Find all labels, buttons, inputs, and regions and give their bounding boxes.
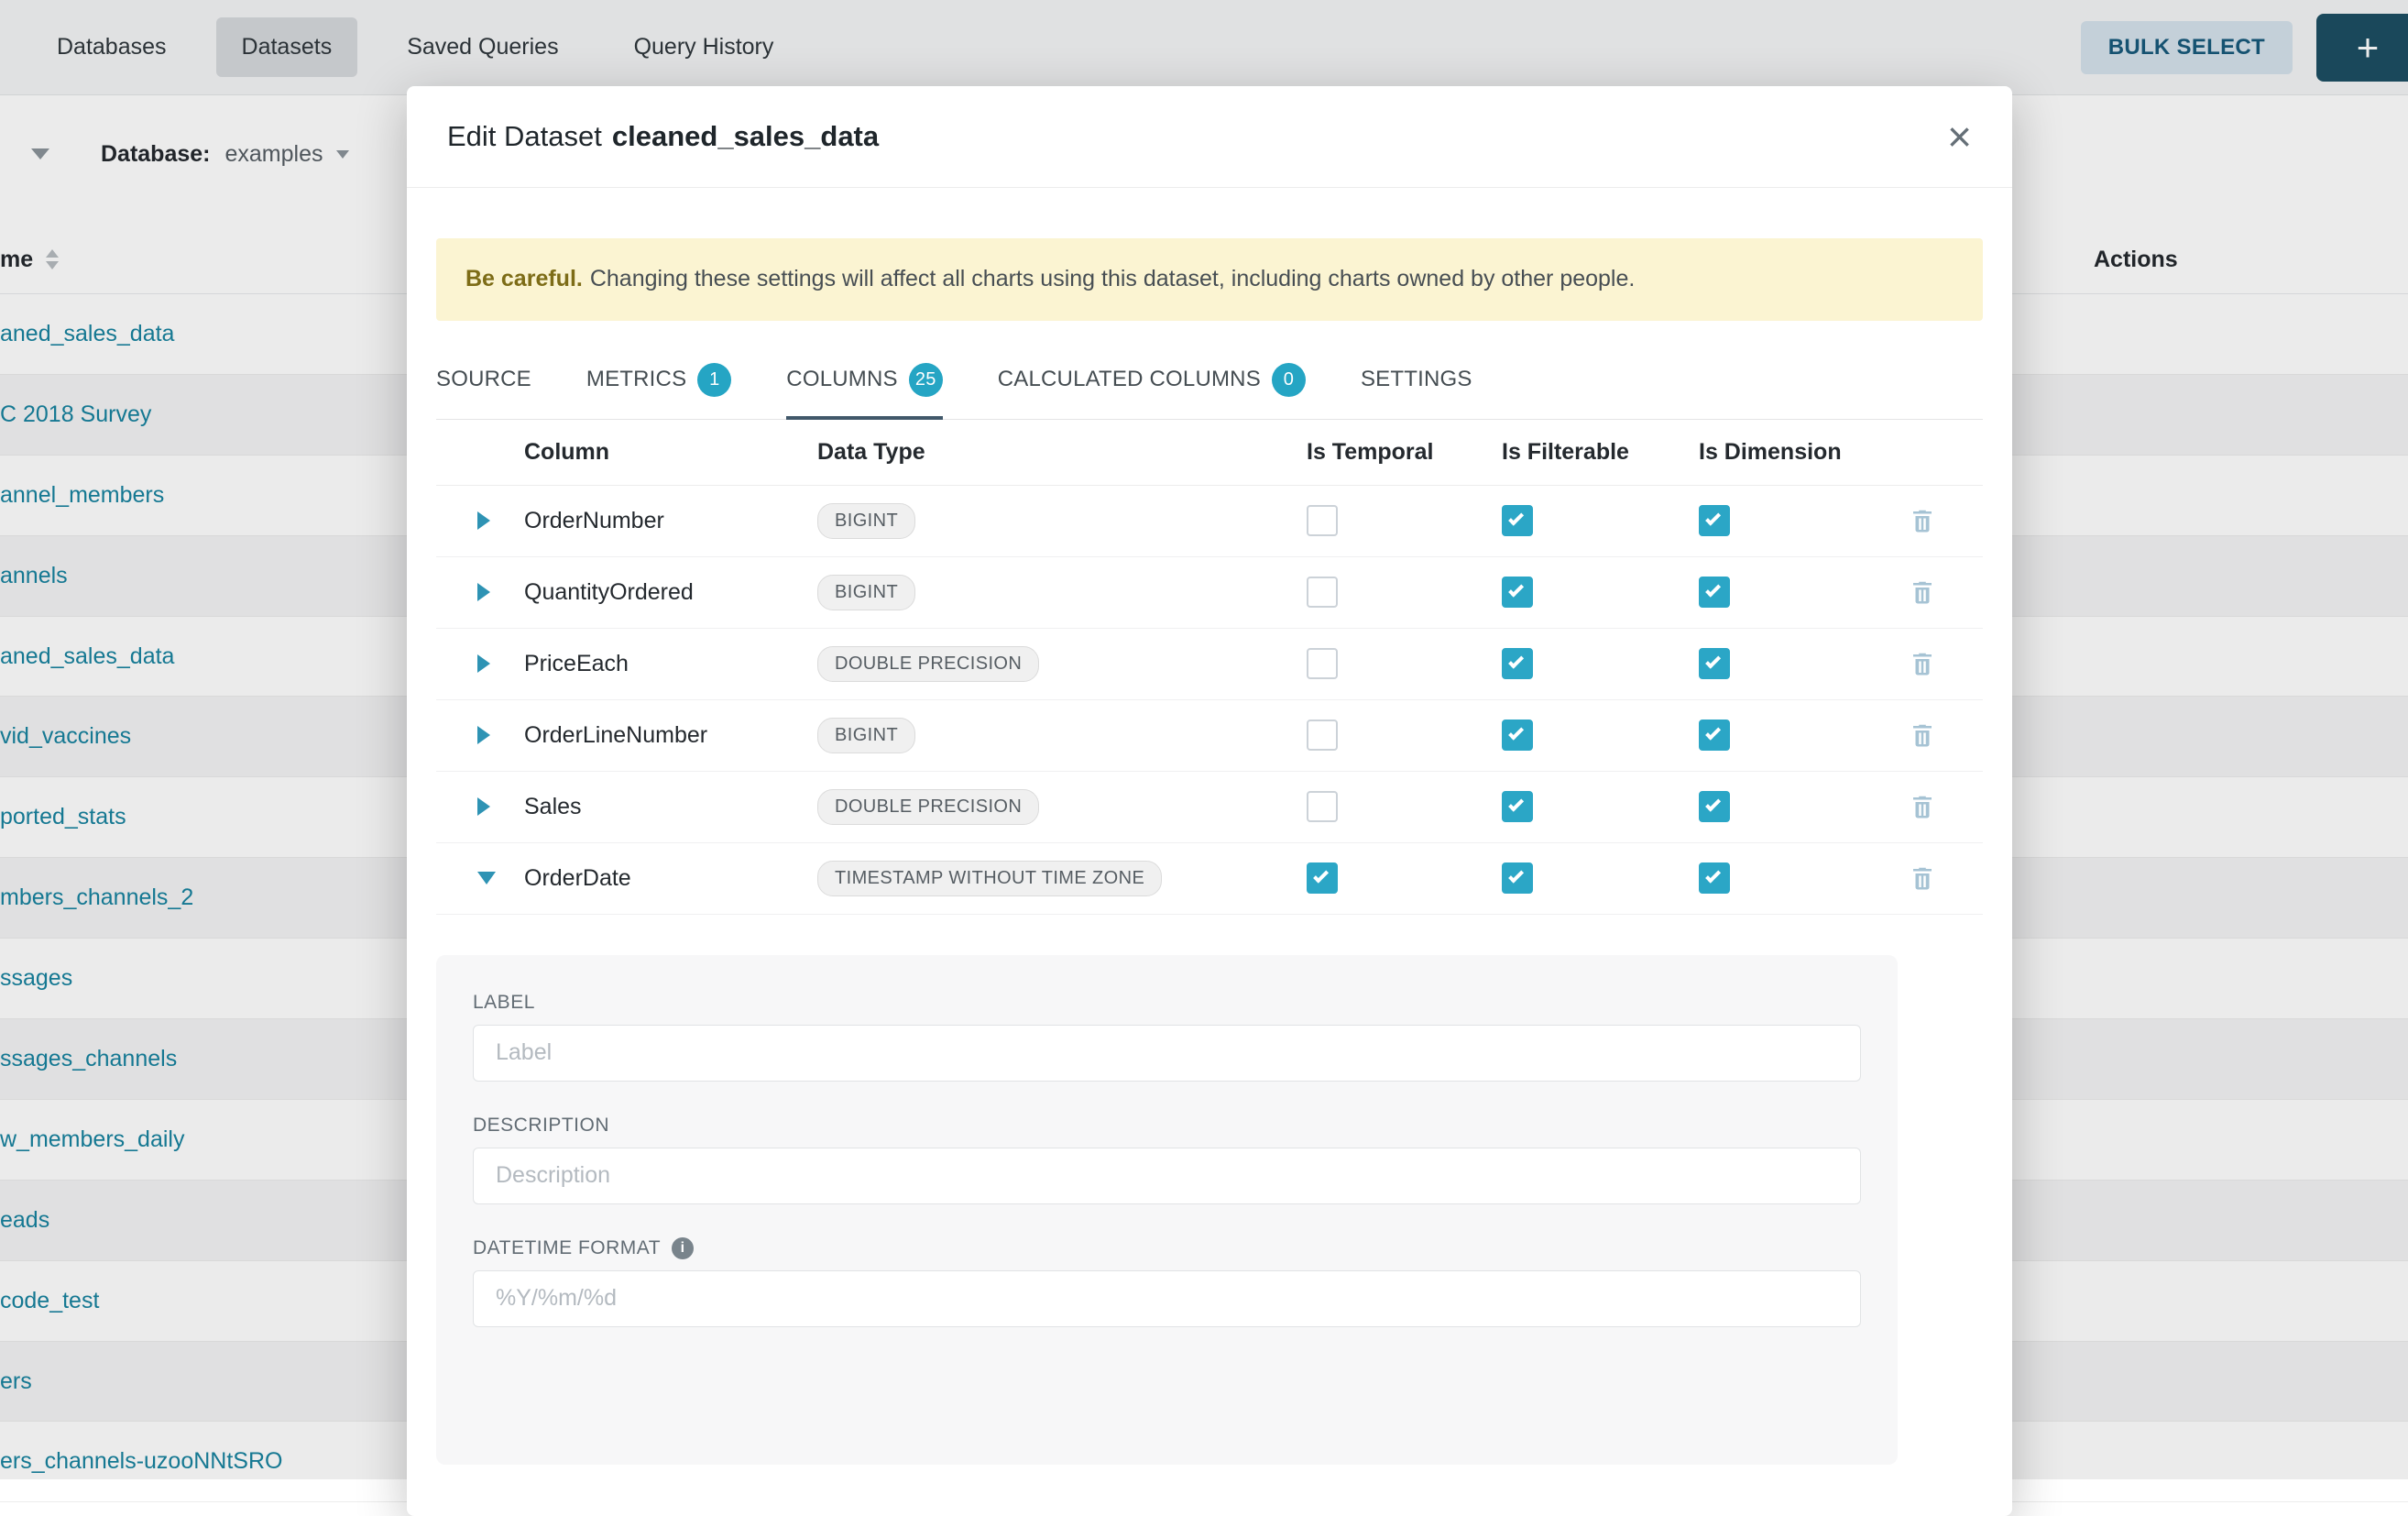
column-name: Sales — [524, 794, 817, 820]
column-row-QuantityOrdered: QuantityOrdered BIGINT — [436, 557, 1983, 629]
tab-label: SETTINGS — [1361, 367, 1472, 392]
column-name: QuantityOrdered — [524, 579, 817, 606]
data-type-pill: BIGINT — [817, 718, 915, 753]
column-name: OrderNumber — [524, 508, 817, 534]
label-text: DESCRIPTION — [473, 1115, 609, 1137]
column-editor-panel: LABEL DESCRIPTION DATETIME FORMAT i — [436, 955, 1898, 1465]
is-temporal-checkbox[interactable] — [1307, 577, 1338, 608]
edit-dataset-modal: Edit Dataset cleaned_sales_data × Be car… — [407, 86, 2012, 1516]
expand-caret-icon[interactable] — [477, 511, 490, 530]
label-input[interactable] — [473, 1025, 1861, 1082]
data-type-pill: BIGINT — [817, 575, 915, 610]
tab-label: CALCULATED COLUMNS — [998, 367, 1261, 392]
tab-source[interactable]: SOURCE — [436, 354, 531, 419]
modal-tabs: SOURCE METRICS 1 COLUMNS 25 CALCULATED C… — [436, 354, 1983, 420]
info-icon[interactable]: i — [672, 1237, 694, 1259]
header-is-dimension: Is Dimension — [1699, 439, 1909, 466]
columns-count-badge: 25 — [909, 363, 943, 397]
trash-icon — [1909, 793, 1936, 820]
calculated-columns-count-badge: 0 — [1272, 363, 1306, 397]
modal-header: Edit Dataset cleaned_sales_data × — [407, 86, 2012, 188]
is-dimension-checkbox[interactable] — [1699, 505, 1730, 536]
is-filterable-checkbox[interactable] — [1502, 791, 1533, 822]
is-temporal-checkbox[interactable] — [1307, 648, 1338, 679]
header-data-type: Data Type — [817, 439, 1307, 466]
column-name: PriceEach — [524, 651, 817, 677]
header-is-temporal: Is Temporal — [1307, 439, 1502, 466]
data-type-pill: DOUBLE PRECISION — [817, 646, 1039, 682]
metrics-count-badge: 1 — [697, 363, 731, 397]
modal-title-dataset-name: cleaned_sales_data — [612, 120, 879, 153]
label-field-label: LABEL — [473, 992, 1861, 1014]
trash-icon — [1909, 507, 1936, 534]
tab-calculated-columns[interactable]: CALCULATED COLUMNS 0 — [998, 354, 1306, 419]
is-filterable-checkbox[interactable] — [1502, 505, 1533, 536]
column-row-OrderNumber: OrderNumber BIGINT — [436, 486, 1983, 557]
column-name: OrderLineNumber — [524, 722, 817, 749]
is-filterable-checkbox[interactable] — [1502, 862, 1533, 894]
modal-title: Edit Dataset — [447, 120, 602, 153]
data-type-pill: BIGINT — [817, 503, 915, 539]
expand-caret-icon[interactable] — [477, 654, 490, 673]
delete-column-button[interactable] — [1909, 507, 1983, 534]
is-filterable-checkbox[interactable] — [1502, 577, 1533, 608]
is-filterable-checkbox[interactable] — [1502, 720, 1533, 751]
datetime-format-input[interactable] — [473, 1270, 1861, 1327]
delete-column-button[interactable] — [1909, 650, 1983, 677]
delete-column-button[interactable] — [1909, 864, 1983, 892]
warning-bold-text: Be careful. — [465, 266, 583, 291]
data-type-pill: DOUBLE PRECISION — [817, 789, 1039, 825]
tab-label: SOURCE — [436, 367, 531, 392]
data-type-pill: TIMESTAMP WITHOUT TIME ZONE — [817, 861, 1162, 896]
is-dimension-checkbox[interactable] — [1699, 577, 1730, 608]
is-temporal-checkbox[interactable] — [1307, 862, 1338, 894]
column-row-OrderDate: OrderDate TIMESTAMP WITHOUT TIME ZONE — [436, 843, 1983, 915]
trash-icon — [1909, 650, 1936, 677]
trash-icon — [1909, 864, 1936, 892]
is-filterable-checkbox[interactable] — [1502, 648, 1533, 679]
label-text: LABEL — [473, 992, 535, 1014]
column-row-PriceEach: PriceEach DOUBLE PRECISION — [436, 629, 1983, 700]
trash-icon — [1909, 721, 1936, 749]
tab-columns[interactable]: COLUMNS 25 — [786, 354, 942, 419]
tab-label: COLUMNS — [786, 367, 897, 392]
tab-metrics[interactable]: METRICS 1 — [586, 354, 731, 419]
tab-settings[interactable]: SETTINGS — [1361, 354, 1472, 419]
column-name: OrderDate — [524, 865, 817, 892]
tab-label: METRICS — [586, 367, 686, 392]
is-temporal-checkbox[interactable] — [1307, 791, 1338, 822]
expand-caret-icon[interactable] — [477, 797, 490, 816]
is-dimension-checkbox[interactable] — [1699, 648, 1730, 679]
is-dimension-checkbox[interactable] — [1699, 720, 1730, 751]
is-dimension-checkbox[interactable] — [1699, 862, 1730, 894]
is-dimension-checkbox[interactable] — [1699, 791, 1730, 822]
datetime-format-field-label: DATETIME FORMAT i — [473, 1237, 1861, 1259]
collapse-caret-icon[interactable] — [477, 872, 496, 884]
warning-banner: Be careful. Changing these settings will … — [436, 238, 1983, 321]
column-row-OrderLineNumber: OrderLineNumber BIGINT — [436, 700, 1983, 772]
is-temporal-checkbox[interactable] — [1307, 505, 1338, 536]
warning-text: Changing these settings will affect all … — [590, 266, 1636, 291]
delete-column-button[interactable] — [1909, 578, 1983, 606]
delete-column-button[interactable] — [1909, 793, 1983, 820]
expand-caret-icon[interactable] — [477, 726, 490, 744]
modal-body: Be careful. Changing these settings will … — [407, 238, 2012, 1465]
label-text: DATETIME FORMAT — [473, 1237, 661, 1259]
description-input[interactable] — [473, 1148, 1861, 1204]
delete-column-button[interactable] — [1909, 721, 1983, 749]
header-column: Column — [524, 439, 817, 466]
columns-table-header: Column Data Type Is Temporal Is Filterab… — [436, 420, 1983, 486]
header-is-filterable: Is Filterable — [1502, 439, 1699, 466]
description-field-label: DESCRIPTION — [473, 1115, 1861, 1137]
close-icon[interactable]: × — [1947, 115, 1972, 158]
is-temporal-checkbox[interactable] — [1307, 720, 1338, 751]
column-row-Sales: Sales DOUBLE PRECISION — [436, 772, 1983, 843]
expand-caret-icon[interactable] — [477, 583, 490, 601]
trash-icon — [1909, 578, 1936, 606]
